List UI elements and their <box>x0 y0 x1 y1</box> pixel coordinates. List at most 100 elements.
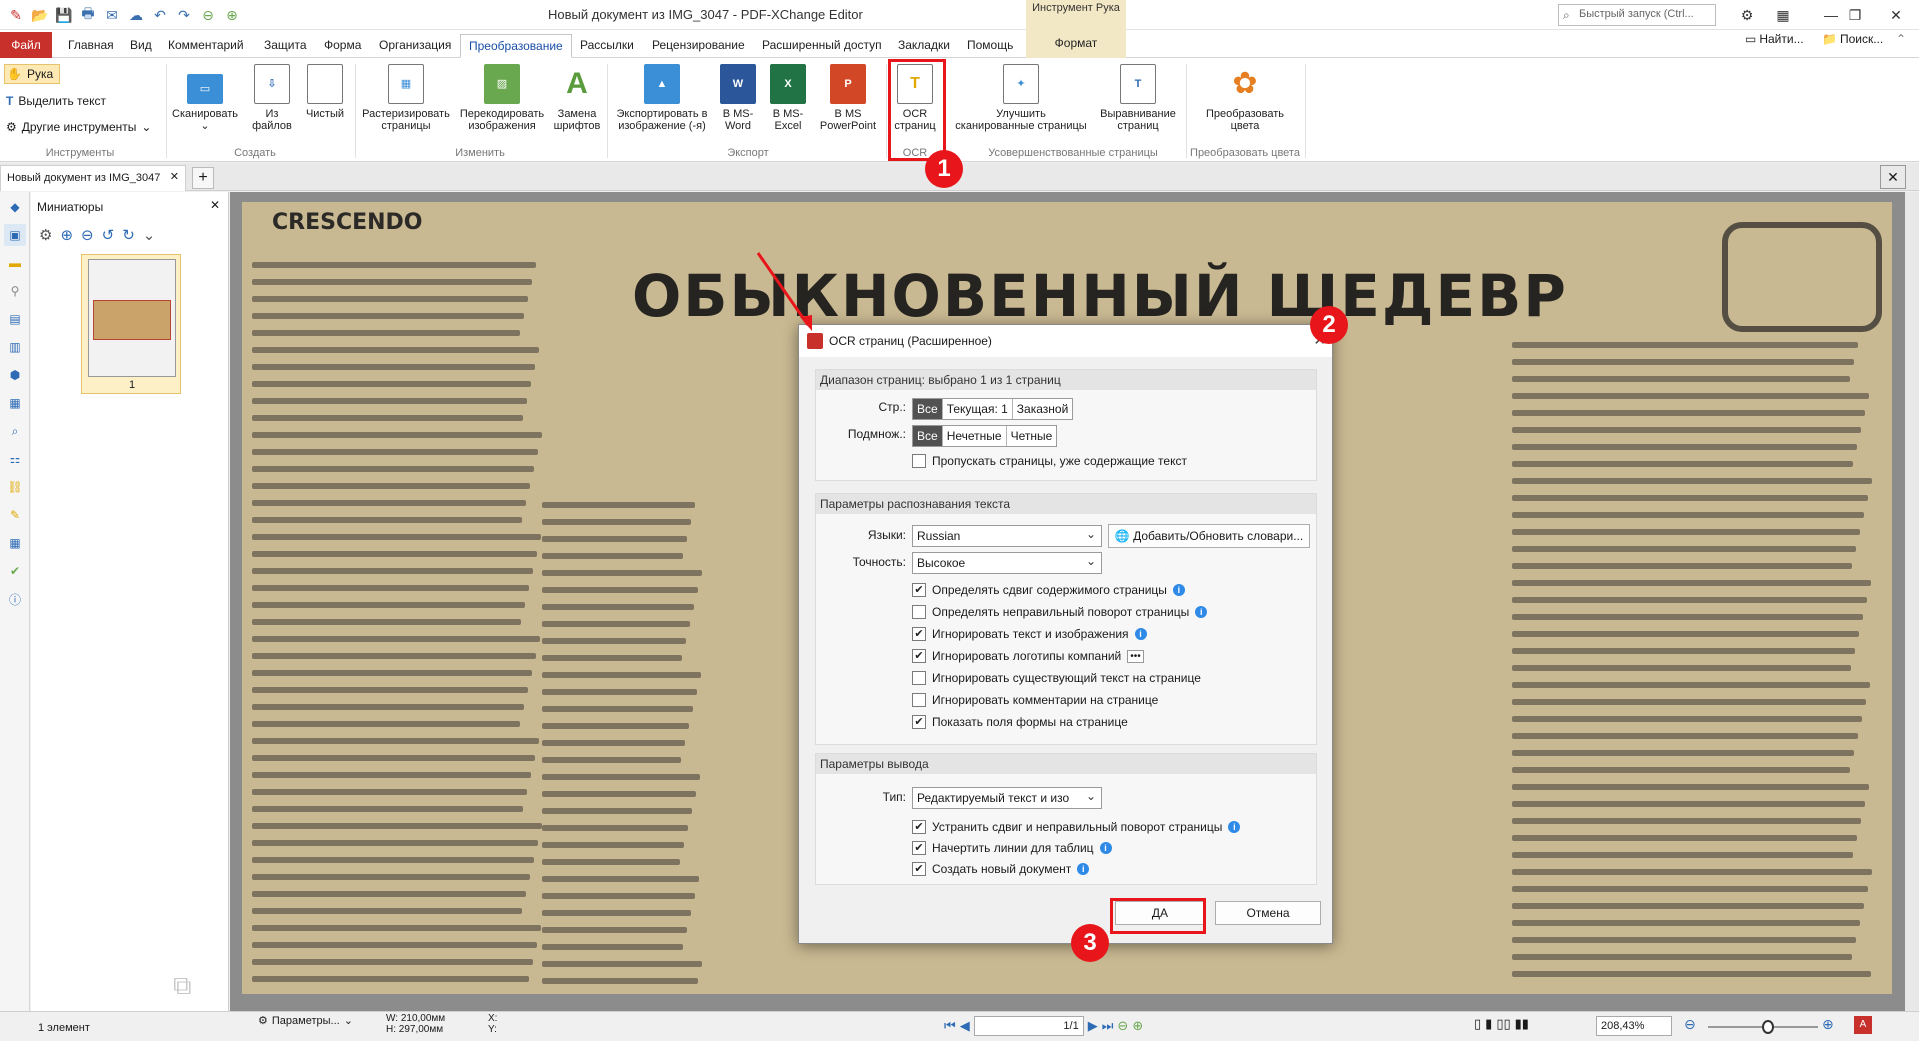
page-number-input[interactable]: 1/1 <box>973 1016 1084 1036</box>
zoom-slider-handle[interactable] <box>1762 1020 1774 1034</box>
tab-file[interactable]: Файл <box>0 32 52 58</box>
cancel-button[interactable]: Отмена <box>1215 901 1321 925</box>
reencode-button[interactable]: ▨ Перекодировать изображения <box>455 64 549 132</box>
tab-organize[interactable]: Организация <box>377 34 453 58</box>
subset-even-option[interactable]: Четные <box>1006 426 1057 446</box>
from-files-button[interactable]: ⇩ Из файлов <box>246 64 298 132</box>
info-icon[interactable]: i <box>1077 863 1090 875</box>
subset-odd-option[interactable]: Нечетные <box>942 426 1007 446</box>
tags-icon[interactable]: ✎ <box>4 504 26 526</box>
redo-icon[interactable]: ↷ <box>174 5 194 25</box>
gear-icon[interactable]: ⚙ <box>39 226 52 244</box>
close-icon[interactable]: ✕ <box>170 170 179 183</box>
languages-dropdown[interactable]: Russian <box>912 525 1102 547</box>
scan-icon[interactable]: ☁ <box>126 5 146 25</box>
export-image-button[interactable]: ▲ Экспортировать в изображение (-я) <box>610 64 714 132</box>
more-icon[interactable]: ⌄ <box>143 226 156 244</box>
prev-page-icon[interactable]: ◀ <box>960 1018 970 1034</box>
back-icon[interactable]: ⊖ <box>1117 1018 1128 1034</box>
zoom-in-icon[interactable]: ⊕ <box>1822 1016 1834 1033</box>
maximize-button[interactable]: ❐ <box>1832 0 1878 30</box>
collapse-ribbon-icon[interactable]: ⌃ <box>1896 32 1906 46</box>
email-icon[interactable]: ✉ <box>102 5 122 25</box>
last-page-icon[interactable]: ⏭ <box>1102 1018 1114 1034</box>
zoom-out-icon[interactable]: ⊖ <box>1684 1016 1696 1033</box>
option-checkbox-2[interactable]: ✔ Игнорировать текст и изображения i <box>912 627 1147 641</box>
layout-icon[interactable]: ▦ <box>1760 0 1806 30</box>
thumbnails-icon[interactable]: ▣ <box>4 224 26 246</box>
structure-icon[interactable]: ⚏ <box>4 448 26 470</box>
attachments-icon[interactable]: ⚲ <box>4 280 26 302</box>
to-word-button[interactable]: W В MS- Word <box>714 64 762 132</box>
zoom-dropdown[interactable]: 208,43% <box>1596 1016 1672 1036</box>
option-checkbox-1[interactable]: Определять неправильный поворот страницы… <box>912 605 1208 619</box>
tab-bookmarks[interactable]: Закладки <box>896 34 952 58</box>
info-panel-icon[interactable]: ⓘ <box>4 588 26 610</box>
improve-scanned-button[interactable]: ✦ Улучшить сканированные страницы <box>946 64 1096 132</box>
pages-icon[interactable]: ▤ <box>4 308 26 330</box>
object-icon[interactable]: ⬢ <box>4 364 26 386</box>
deskew-button[interactable]: T Выравнивание страниц <box>1096 64 1180 132</box>
vertical-scrollbar[interactable] <box>1905 192 1919 1011</box>
document-tab[interactable]: Новый документ из IMG_3047 ✕ <box>0 165 186 191</box>
tab-protect[interactable]: Защита <box>262 34 309 58</box>
tab-convert[interactable]: Преобразование <box>460 34 572 58</box>
tab-home[interactable]: Главная <box>66 34 116 58</box>
two-continuous-icon[interactable]: ▮▮ <box>1515 1016 1529 1032</box>
params-button[interactable]: ⚙ Параметры... ⌄ <box>258 1014 353 1028</box>
zoom-in-icon[interactable]: ⊕ <box>60 226 73 244</box>
close-pane-icon[interactable]: ✕ <box>210 198 220 212</box>
rotate-right-icon[interactable]: ↻ <box>122 226 135 244</box>
tab-help[interactable]: Помощь <box>965 34 1015 58</box>
print-icon[interactable]: 🖶 <box>78 5 98 25</box>
open-icon[interactable]: 📂 <box>30 5 50 25</box>
quick-launch-input[interactable]: ⌕ Быстрый запуск (Ctrl... <box>1558 4 1716 26</box>
comments-icon[interactable]: ▬ <box>4 252 26 274</box>
scan-button[interactable]: ▭ Сканировать ⌄ <box>166 64 244 132</box>
info-icon[interactable]: i <box>1172 584 1185 596</box>
two-page-icon[interactable]: ▯▯ <box>1496 1016 1510 1032</box>
option-checkbox-6[interactable]: ✔ Показать поля формы на странице <box>912 715 1128 729</box>
search-button[interactable]: 📁 Поиск... <box>1822 32 1883 46</box>
zoom-out-icon[interactable]: ⊖ <box>81 226 94 244</box>
single-page-icon[interactable]: ▯ <box>1474 1016 1481 1032</box>
option-checkbox-3[interactable]: ✔ Игнорировать логотипы компаний ••• <box>912 649 1144 663</box>
forward-icon[interactable]: ⊕ <box>222 5 242 25</box>
tab-share[interactable]: Расширенный доступ <box>760 34 884 58</box>
option-checkbox-0[interactable]: ✔ Определять сдвиг содержимого страницы i <box>912 583 1185 597</box>
close-button[interactable]: ✕ <box>1873 0 1919 30</box>
find-button[interactable]: ▭ Найти... <box>1745 32 1804 46</box>
info-icon[interactable]: i <box>1228 821 1241 833</box>
select-text-button[interactable]: T Выделить текст <box>6 94 106 108</box>
save-icon[interactable]: 💾 <box>54 5 74 25</box>
rotate-left-icon[interactable]: ↺ <box>102 226 115 244</box>
content-icon[interactable]: ▦ <box>4 392 26 414</box>
convert-colors-button[interactable]: ✿ Преобразовать цвета <box>1190 64 1300 133</box>
replace-fonts-button[interactable]: A Замена шрифтов <box>550 64 604 133</box>
option-checkbox-4[interactable]: Игнорировать существующий текст на стран… <box>912 671 1201 685</box>
new-tab-button[interactable]: + <box>192 167 214 189</box>
out-option-checkbox-1[interactable]: ✔ Начертить линии для таблиц i <box>912 841 1112 855</box>
tab-view[interactable]: Вид <box>128 34 154 58</box>
tab-comment[interactable]: Комментарий <box>166 34 246 58</box>
out-option-checkbox-0[interactable]: ✔ Устранить сдвиг и неправильный поворот … <box>912 820 1241 834</box>
links-icon[interactable]: ⛓ <box>4 476 26 498</box>
forward-icon[interactable]: ⊕ <box>1132 1018 1143 1034</box>
dictionaries-button[interactable]: 🌐 Добавить/Обновить словари... <box>1108 524 1310 548</box>
thumbnail-selected[interactable]: 1 <box>81 254 181 394</box>
other-tools-button[interactable]: ⚙ Другие инструменты ⌄ <box>6 120 151 134</box>
more-options-button[interactable]: ••• <box>1127 649 1144 663</box>
signature-icon[interactable]: ✔ <box>4 560 26 582</box>
to-excel-button[interactable]: X В MS- Excel <box>764 64 812 132</box>
rasterize-button[interactable]: ▦ Растеризировать страницы <box>356 64 456 132</box>
back-icon[interactable]: ⊖ <box>198 5 218 25</box>
info-icon[interactable]: i <box>1195 606 1208 618</box>
tab-format[interactable]: Формат <box>1026 30 1126 58</box>
pages-all-option[interactable]: Все <box>913 399 943 419</box>
subset-all-option[interactable]: Все <box>913 426 943 446</box>
hand-tool-button[interactable]: ✋ Рука <box>4 64 61 84</box>
next-page-icon[interactable]: ▶ <box>1088 1018 1098 1034</box>
tab-form[interactable]: Форма <box>322 34 363 58</box>
pdf-icon[interactable]: A <box>1854 1016 1872 1034</box>
zoom-slider[interactable] <box>1708 1020 1818 1034</box>
